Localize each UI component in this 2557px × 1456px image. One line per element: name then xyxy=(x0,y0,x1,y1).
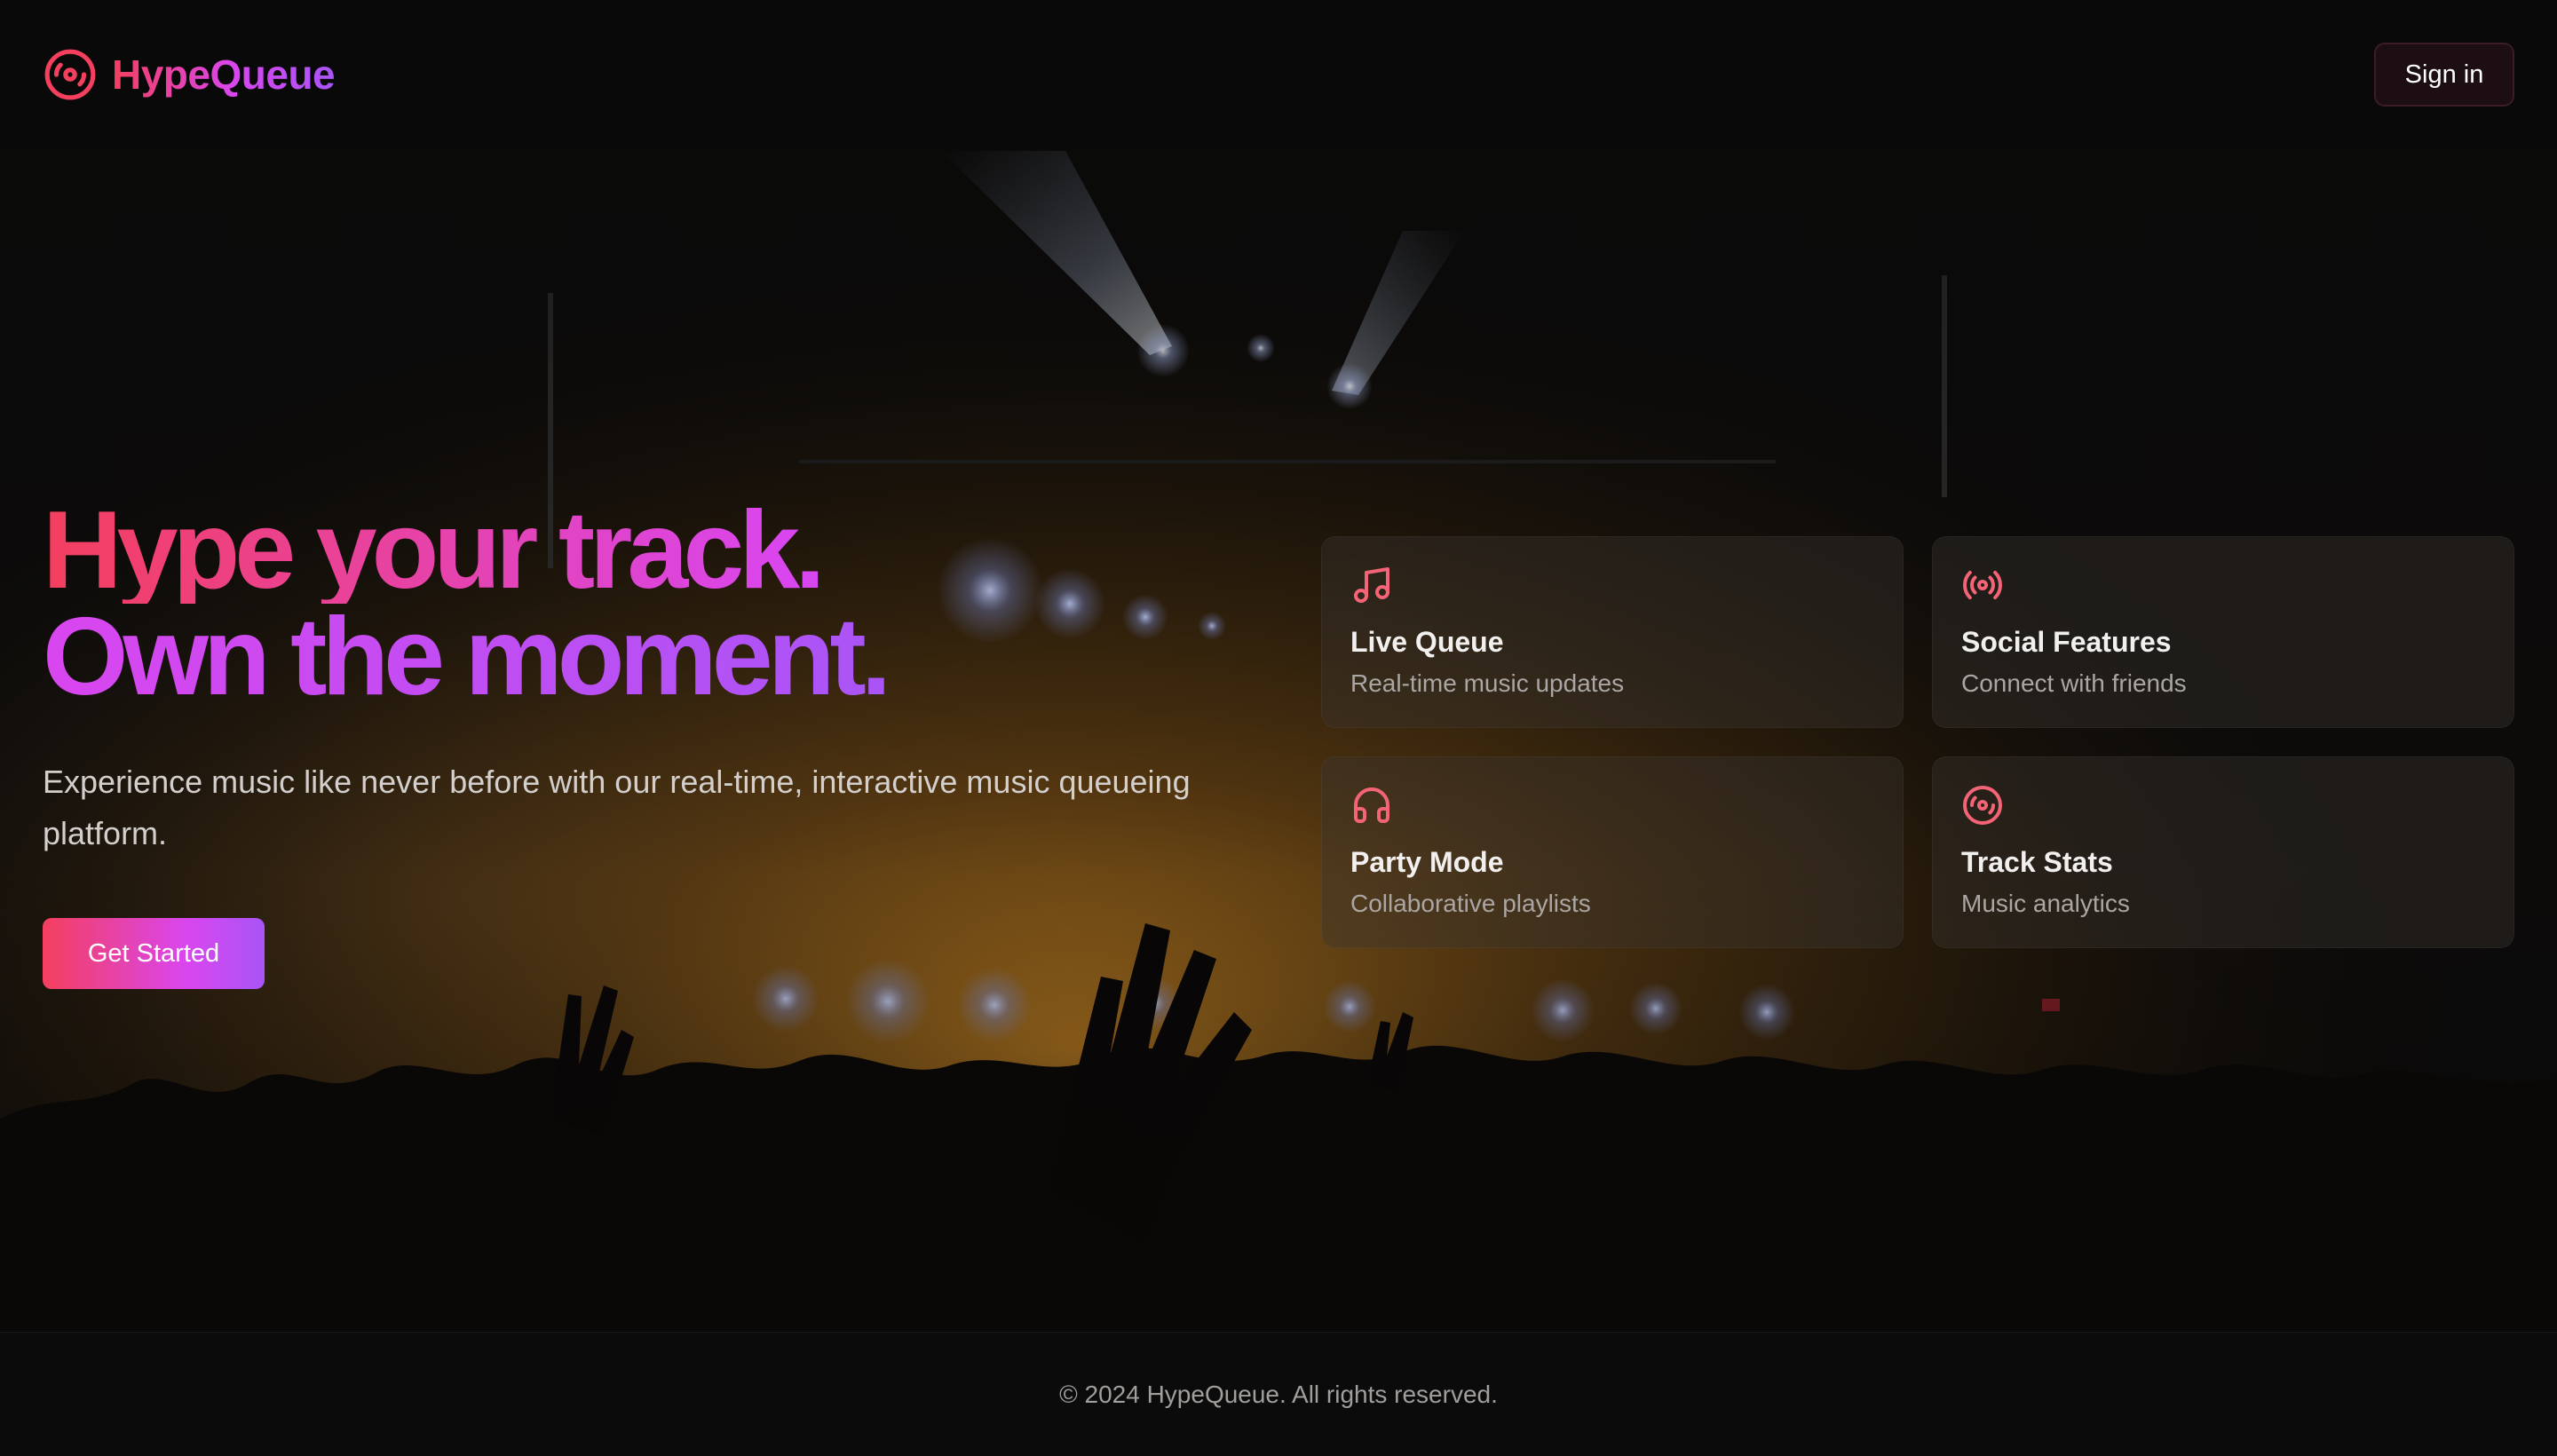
feature-title: Party Mode xyxy=(1350,846,1504,878)
landing-page: HypeQueue Sign in Hype your track. Own t… xyxy=(0,0,2557,1456)
music-note-icon xyxy=(1354,567,1389,603)
headline-line-2: Own the moment. xyxy=(43,602,1286,712)
feature-title: Track Stats xyxy=(1961,846,2113,878)
feature-grid: Live Queue Real-time music updates Socia… xyxy=(1321,536,2514,948)
copyright-text: © 2024 HypeQueue. All rights reserved. xyxy=(1059,1380,1498,1408)
top-nav: HypeQueue Sign in xyxy=(0,0,2557,149)
headphones-icon xyxy=(1354,787,1389,823)
feature-description: Collaborative playlists xyxy=(1350,890,1591,917)
feature-title: Social Features xyxy=(1961,626,2172,658)
disc-icon xyxy=(1963,786,2002,825)
broadcast-icon xyxy=(1963,570,2002,600)
hero-subtitle: Experience music like never before with … xyxy=(43,764,1191,851)
feature-card-party-mode: Party Mode Collaborative playlists xyxy=(1321,756,1904,948)
headline-line-1: Hype your track. xyxy=(43,495,1286,605)
get-started-button[interactable]: Get Started xyxy=(43,918,265,989)
hero-section: Hype your track. Own the moment. Experie… xyxy=(43,495,1286,989)
feature-description: Connect with friends xyxy=(1961,669,2187,697)
feature-card-social-features: Social Features Connect with friends xyxy=(1932,536,2514,728)
sign-in-button[interactable]: Sign in xyxy=(2374,43,2514,107)
disc-icon xyxy=(44,49,96,100)
feature-card-live-queue: Live Queue Real-time music updates xyxy=(1321,536,1904,728)
feature-description: Music analytics xyxy=(1961,890,2130,917)
brand-logo[interactable]: HypeQueue xyxy=(43,47,336,102)
page-footer: © 2024 HypeQueue. All rights reserved. xyxy=(0,1332,2557,1456)
feature-description: Real-time music updates xyxy=(1350,669,1625,697)
feature-card-track-stats: Track Stats Music analytics xyxy=(1932,756,2514,948)
brand-name: HypeQueue xyxy=(112,51,336,98)
feature-title: Live Queue xyxy=(1350,626,1504,658)
hero-headline: Hype your track. Own the moment. xyxy=(43,495,1286,712)
